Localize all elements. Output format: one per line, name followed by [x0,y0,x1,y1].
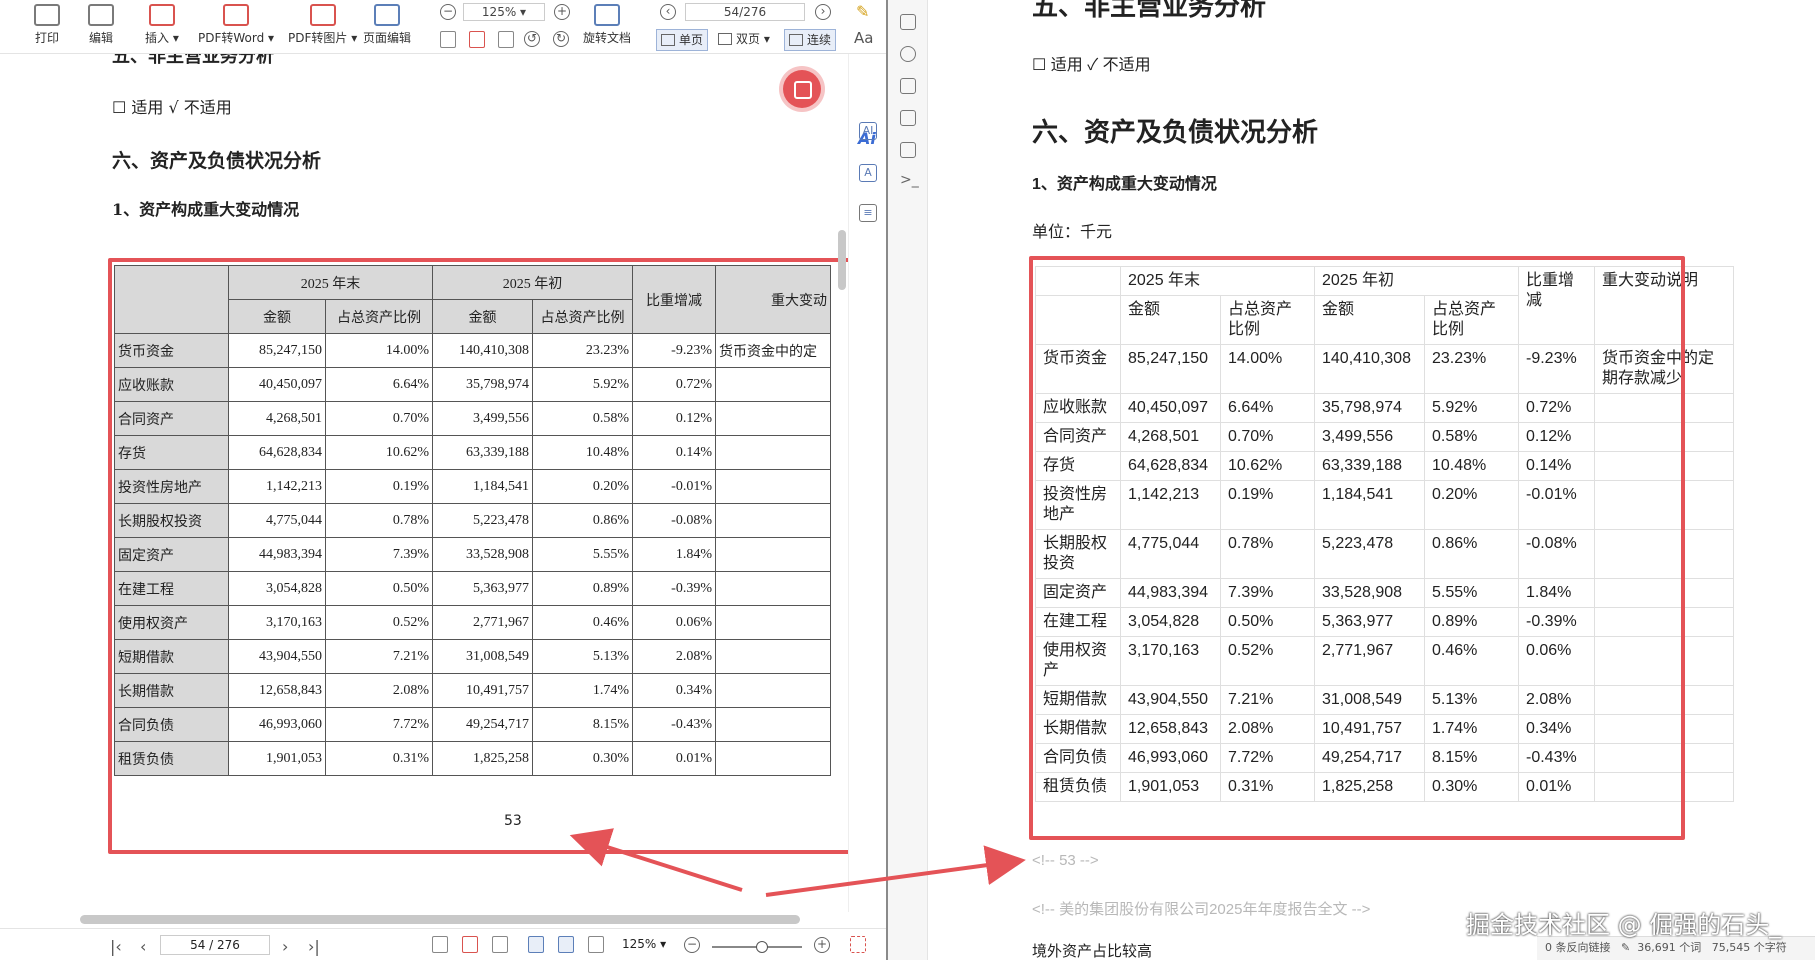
rotate-right-icon[interactable]: ↻ [553,31,569,47]
insert-icon [148,4,175,26]
pdf-viewer-pane: 打印 编辑 插入 ▾ PDF转Word ▾ PDF转图片 ▾ 页面编辑 − 12… [0,0,886,960]
pdf-page-number: 53 [504,813,522,829]
markdown-preview-pane: 五、非主营业务分析 ☐ 适用 ✓ 不适用 六、资产及负债状况分析 1、资产构成重… [928,0,1815,960]
md-unit: 单位：千元 [1032,224,1113,241]
md-comment-title: <!-- 美的集团股份有限公司2025年年度报告全文 --> [1032,901,1371,918]
pdf-section-heading: 六、资产及负债状况分析 [112,150,322,172]
backlinks-count[interactable]: 0 条反向链接 [1545,941,1611,954]
word-count: 36,691 个词 [1637,941,1702,954]
continuous-icon [789,34,803,46]
single-page-button[interactable]: 单页 [656,29,709,51]
continuous-view-icon[interactable] [558,936,574,953]
next-page-icon[interactable]: › [282,937,288,956]
pdf-sub-heading: 1、资产构成重大变动情况 [112,200,300,219]
text-format-icon[interactable]: Aa [854,29,873,47]
rotate-left-icon[interactable]: ↺ [524,31,540,47]
pdf-cut-heading: 五、非主营业务分析 [112,54,274,67]
editor-icon-strip: >_ [888,0,928,960]
zoom-slider[interactable] [712,941,802,953]
status-zoom-select[interactable]: 125% ▾ [622,937,666,951]
md-section-heading: 六、资产及负债状况分析 [1032,117,1319,147]
read-mode-icon[interactable] [462,936,478,953]
terminal-icon[interactable]: >_ [900,172,919,188]
md-comment-page: <!-- 53 --> [1032,852,1099,869]
prev-page-icon[interactable]: ‹ [140,937,146,956]
prev-page-icon[interactable]: ‹ [660,4,676,20]
fit-icon[interactable] [492,936,508,953]
graph-icon[interactable] [900,46,916,62]
file-search-icon[interactable] [900,14,916,30]
zoom-in-icon[interactable]: + [554,4,570,20]
rotate-doc-icon [594,4,620,26]
pdf-status-bar: |‹ ‹ 54 / 276 › ›| 125% ▾ − + [0,928,886,960]
translate-icon[interactable]: A [859,164,877,182]
fit-width-icon[interactable] [498,31,514,48]
double-page-button[interactable]: 双页 ▾ [714,29,774,51]
fullscreen-icon[interactable] [850,936,866,953]
last-page-icon[interactable]: ›| [308,937,320,956]
pdf-right-tools: Ai AI A ≡ [848,54,886,912]
status-page-input[interactable]: 54 / 276 [160,935,270,955]
rotate-doc-button[interactable]: 旋转文档 [583,4,631,46]
pencil-icon[interactable]: ✎ [1621,941,1630,954]
pdf-highlight-box [108,258,880,854]
status-zoom-in-icon[interactable]: + [814,937,830,953]
copy-icon[interactable] [900,142,916,158]
pdf-image-icon [309,4,336,26]
highlighter-icon[interactable]: ✎ [856,2,869,21]
continuous-button[interactable]: 连续 [784,29,837,51]
ai-text-icon[interactable]: AI [859,122,877,140]
print-button[interactable]: 打印 [34,4,60,46]
double-view-icon[interactable] [588,936,604,953]
zoom-out-icon[interactable]: − [440,4,456,20]
watermark-text: 掘金技术社区 @ 倔强的石头_ [1466,911,1782,939]
zoom-slider-knob[interactable] [756,941,768,953]
single-page-icon [661,34,675,46]
vertical-scrollbar[interactable] [838,230,846,290]
page-edit-button[interactable]: 页面编辑 [363,4,411,46]
zoom-select[interactable]: 125% ▾ [463,3,545,21]
single-view-icon[interactable] [528,936,544,953]
first-page-icon[interactable]: |‹ [110,937,122,956]
printer-icon [34,4,60,26]
page-grid-icon [374,4,400,26]
horizontal-scrollbar[interactable] [80,915,800,924]
md-sub-heading: 1、资产构成重大变动情况 [1032,176,1217,193]
pdf-to-image-button[interactable]: PDF转图片 ▾ [288,4,357,46]
insert-button[interactable]: 插入 ▾ [145,4,179,46]
md-cut-heading: 五、非主营业务分析 [1032,0,1267,21]
status-zoom-out-icon[interactable]: − [684,937,700,953]
next-page-icon[interactable]: › [815,4,831,20]
grid-icon[interactable] [900,78,916,94]
view-mode-icon[interactable] [432,936,448,953]
pdf-word-icon [223,4,250,26]
double-page-icon [718,33,732,45]
settings-sliders-icon[interactable]: ≡ [859,204,877,222]
fit-page-icon[interactable] [440,31,456,48]
pdf-toolbar: 打印 编辑 插入 ▾ PDF转Word ▾ PDF转图片 ▾ 页面编辑 − 12… [0,0,886,54]
calendar-icon[interactable] [900,110,916,126]
pdf-to-word-button[interactable]: PDF转Word ▾ [198,4,274,46]
pdf-applicability: ☐ 适用 √ 不适用 [112,98,232,117]
char-count: 75,545 个字符 [1711,941,1787,954]
md-applicability: ☐ 适用 ✓ 不适用 [1032,57,1151,74]
floating-convert-button[interactable] [783,70,821,108]
edit-icon [88,4,114,26]
md-next-heading: 境外资产占比较高 [1032,943,1153,960]
edit-button[interactable]: 编辑 [88,4,114,46]
md-highlight-box [1029,256,1685,840]
page-input[interactable]: 54/276 [685,3,805,21]
actual-size-icon[interactable] [469,31,485,48]
